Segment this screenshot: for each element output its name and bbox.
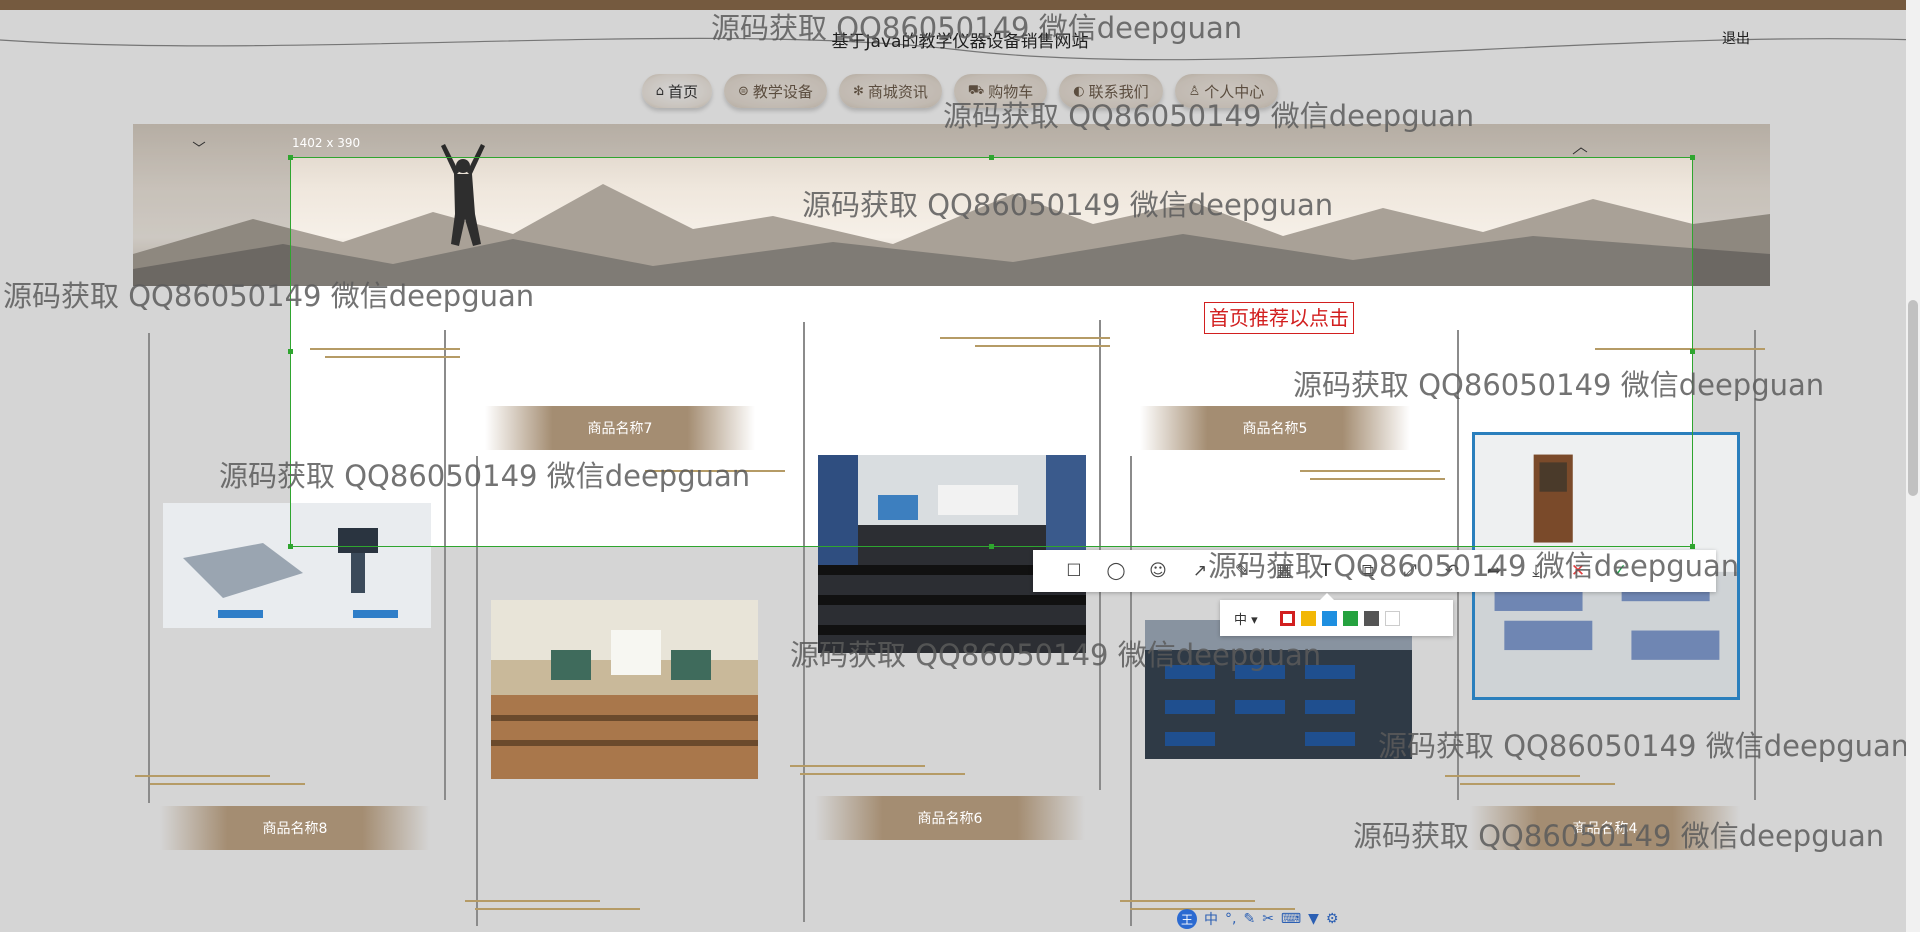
resize-handle[interactable] [288,544,293,549]
emoji-icon[interactable]: ☺ [1141,554,1175,588]
skin-icon[interactable]: ▼ [1308,911,1319,927]
cancel-icon[interactable]: ✕ [1561,554,1595,588]
deco-line [800,773,965,775]
ime-mode[interactable]: 中 [1204,909,1218,929]
scissors-icon[interactable]: ✂ [1262,911,1274,927]
mosaic-icon[interactable]: ▦ [1267,554,1301,588]
color-swatch-gray[interactable] [1364,610,1379,626]
deco-line [465,900,600,902]
resize-handle[interactable] [1690,544,1695,549]
color-swatch-red[interactable] [1280,610,1295,626]
rectangle-icon[interactable]: ☐ [1057,554,1091,588]
settings-icon[interactable]: ⚙ [1326,911,1339,927]
arrow-icon[interactable]: ↗ [1183,554,1217,588]
color-swatch-green[interactable] [1343,610,1358,626]
color-swatch-blue[interactable] [1322,610,1337,626]
screenshot-selection[interactable] [288,155,1695,549]
product-label-8[interactable]: 商品名称8 [160,806,430,850]
pin-icon[interactable]: ⤢ [1393,554,1427,588]
grid-line [1754,330,1756,800]
confirm-icon[interactable]: ✓ [1603,554,1637,588]
ellipse-icon[interactable]: ◯ [1099,554,1133,588]
selection-size-label: 1402 x 390 [292,136,361,150]
product-image-5[interactable] [1145,620,1412,759]
text-style-bar: 中 ▾ [1220,593,1453,636]
text-icon[interactable]: T [1309,554,1343,588]
pen-icon[interactable]: ✎ [1225,554,1259,588]
dim-overlay-top [0,0,1906,157]
share-icon[interactable]: ➦ [1477,554,1511,588]
resize-handle[interactable] [288,349,293,354]
resize-handle[interactable] [989,544,994,549]
color-swatch-white[interactable] [1385,610,1400,626]
resize-handle[interactable] [288,155,293,160]
save-icon[interactable]: ⤓ [1519,554,1553,588]
pen-icon[interactable]: ✎ [1243,911,1255,927]
color-swatch-yellow[interactable] [1301,610,1316,626]
deco-line [790,765,925,767]
deco-line [150,783,305,785]
page-scrollbar[interactable] [1906,0,1920,932]
product-label-4[interactable]: 商品名称4 [1470,806,1740,850]
resize-handle[interactable] [1690,349,1695,354]
keyboard-icon[interactable]: ⌨ [1281,911,1301,927]
deco-line [1445,775,1580,777]
annotation-text-box[interactable]: 首页推荐以点击 [1204,302,1354,334]
product-image-7[interactable] [491,600,758,779]
deco-line [1460,783,1615,785]
ime-logo[interactable]: 王 [1177,909,1197,929]
dim-overlay-left [0,157,290,547]
undo-icon[interactable]: ↶ [1435,554,1469,588]
grid-line [148,333,150,803]
resize-handle[interactable] [1690,155,1695,160]
font-size-select[interactable]: 中 ▾ [1234,609,1274,628]
deco-line [475,908,640,910]
ime-toolbar: 王 中 °, ✎ ✂ ⌨ ▼ ⚙ [1177,907,1338,931]
copy-icon[interactable]: ⧉ [1351,554,1385,588]
product-label-6[interactable]: 商品名称6 [815,796,1085,840]
scrollbar-thumb[interactable] [1908,300,1918,496]
deco-line [1120,900,1255,902]
screenshot-toolbar: ☐ ◯ ☺ ↗ ✎ ▦ T ⧉ ⤢ ↶ ➦ ⤓ ✕ ✓ [1033,550,1716,592]
punctuation-icon[interactable]: °, [1225,911,1236,927]
deco-line [135,775,270,777]
resize-handle[interactable] [989,155,994,160]
